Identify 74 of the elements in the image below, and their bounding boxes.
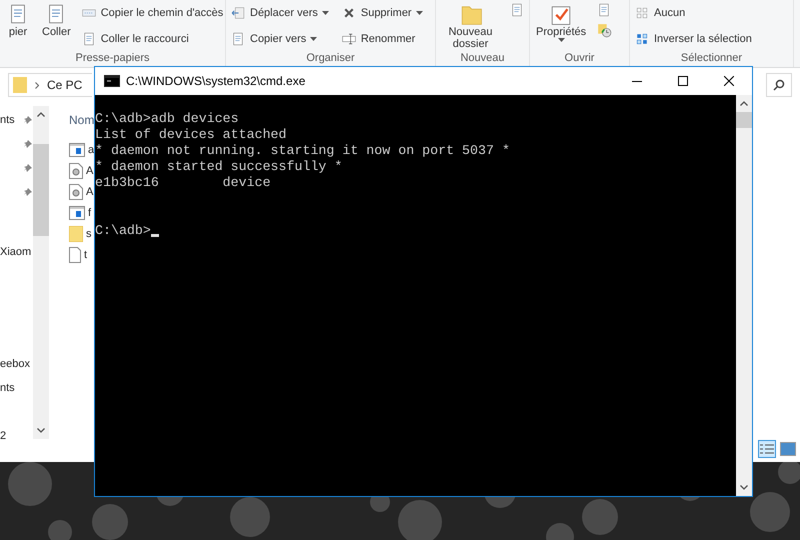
group-label: Sélectionner xyxy=(680,52,744,64)
details-view-button[interactable] xyxy=(758,440,776,458)
nav-item[interactable]: Xiaom xyxy=(0,244,32,260)
settings-file-icon xyxy=(69,163,83,179)
ribbon-button[interactable]: Renommer xyxy=(340,28,423,50)
column-header[interactable]: Nom xyxy=(69,111,94,129)
scrollbar[interactable] xyxy=(33,106,49,439)
caret-icon xyxy=(558,38,565,42)
group-label: Presse-papiers xyxy=(74,52,150,64)
group-label: Ouvrir xyxy=(564,52,596,64)
console-line: * daemon not running. starting it now on port 5037 * xyxy=(95,143,510,159)
scrollbar-thumb[interactable] xyxy=(736,112,752,128)
file-name[interactable]: t xyxy=(84,246,88,264)
chevron-up-icon xyxy=(37,112,45,117)
minimize-icon xyxy=(632,80,642,82)
console-line: e1b3bc16 device xyxy=(95,175,271,191)
ribbon-icon-button[interactable] xyxy=(596,22,612,38)
nav-item[interactable]: nts xyxy=(0,380,15,396)
scrollbar-thumb[interactable] xyxy=(33,144,49,236)
group-label: Organiser xyxy=(305,52,356,64)
ribbon-button[interactable]: Coller xyxy=(40,2,73,52)
search-icon xyxy=(773,79,785,91)
close-icon xyxy=(724,76,734,86)
ribbon-button[interactable]: Inverser la sélection xyxy=(634,28,752,50)
ribbon-button[interactable]: Aucun xyxy=(634,2,752,24)
clock-icon xyxy=(596,22,612,38)
rename-icon xyxy=(340,31,357,47)
text-cursor xyxy=(150,234,159,237)
maximize-icon xyxy=(678,76,688,86)
chevron-down-icon xyxy=(740,485,748,490)
chevron-right-icon xyxy=(35,82,39,88)
ribbon-button[interactable]: Déplacer vers xyxy=(230,2,329,24)
grid-icon xyxy=(634,31,650,47)
caret-icon xyxy=(310,37,318,41)
file-name[interactable]: A xyxy=(86,162,94,180)
console-line: C:\adb>adb devices xyxy=(95,111,239,127)
settings-file-icon xyxy=(69,184,83,200)
prompt-text: C:\adb> xyxy=(95,223,151,239)
address-bar[interactable]: Ce PC xyxy=(8,73,92,97)
group-label: Nouveau xyxy=(459,52,506,64)
window-icon xyxy=(69,143,85,157)
file-name[interactable]: s xyxy=(86,226,92,242)
nav-item[interactable]: nts xyxy=(0,112,15,128)
scrollbar[interactable] xyxy=(736,95,752,496)
file-name[interactable]: a xyxy=(88,142,94,158)
ribbon-button[interactable]: Supprimer xyxy=(340,2,423,24)
search-field[interactable] xyxy=(766,73,792,97)
ribbon-button[interactable]: Coller le raccourci xyxy=(80,28,224,50)
tiles-view-button[interactable] xyxy=(780,442,796,456)
chevron-up-icon xyxy=(740,101,748,106)
document-icon xyxy=(69,247,81,263)
arrow-icon xyxy=(230,5,246,21)
chevron-down-icon xyxy=(37,428,45,433)
console-line: * daemon started successfully * xyxy=(95,159,342,175)
window-icon xyxy=(69,206,85,220)
folder-icon xyxy=(69,226,83,242)
caret-icon xyxy=(416,11,423,15)
file-name[interactable]: f xyxy=(88,204,92,222)
caret-icon xyxy=(322,11,329,15)
ribbon-button[interactable]: Nouveau dossier xyxy=(440,2,501,52)
ribbon-button[interactable]: pier xyxy=(4,2,32,52)
ribbon-button[interactable]: Copier vers xyxy=(230,28,329,50)
file-name[interactable]: A xyxy=(86,184,94,200)
window-title: C:\WINDOWS\system32\cmd.exe xyxy=(126,73,306,90)
ribbon-button[interactable]: Copier le chemin d'accès xyxy=(80,2,224,24)
console-line: List of devices attached xyxy=(95,127,287,143)
folder-icon xyxy=(13,77,27,93)
console-icon xyxy=(104,75,120,87)
path-text: Ce PC xyxy=(47,77,82,94)
ribbon-button[interactable]: Propriétés xyxy=(534,2,588,52)
nav-item[interactable]: eebox xyxy=(0,356,30,372)
list-icon xyxy=(760,443,774,455)
grid-icon xyxy=(634,5,650,21)
nav-item[interactable]: 2 xyxy=(0,428,6,444)
